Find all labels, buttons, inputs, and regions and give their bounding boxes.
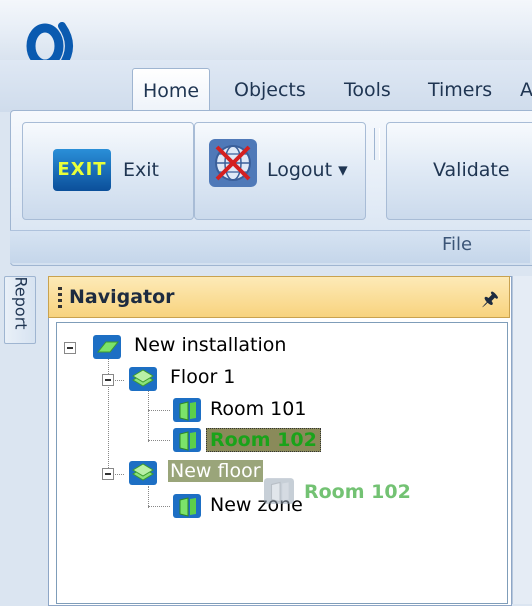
installation-icon [93,335,121,359]
tree-item-floor-1[interactable]: Floor 1 [170,366,235,388]
exit-label: Exit [123,159,159,181]
title-bar [0,0,532,70]
tree-line [148,410,170,411]
right-pane-edge [512,276,532,604]
report-side-tab[interactable]: Report [4,276,36,344]
validate-button[interactable]: Validate [386,122,532,220]
navigator-tree[interactable] [56,322,508,604]
tab-tools[interactable]: Tools [334,72,401,108]
tree-item-room-101[interactable]: Room 101 [210,398,306,420]
exit-button[interactable]: EXIT Exit [22,122,194,220]
report-tab-label: Report [11,276,31,330]
floor-icon [129,461,157,485]
expander-collapse-icon[interactable] [102,374,114,386]
tab-objects[interactable]: Objects [224,72,316,108]
floor-icon [129,367,157,391]
pin-icon[interactable]: 🖈 [481,285,499,317]
drag-ghost-room-icon [264,478,294,504]
tree-line [148,440,170,441]
expander-collapse-icon[interactable] [64,342,76,354]
exit-icon: EXIT [53,149,111,191]
ribbon-separator [374,128,380,160]
logout-globe-icon [209,139,257,187]
ribbon-group-caption: File [442,234,473,255]
tab-overflow[interactable]: A [510,72,532,108]
tree-line [148,506,170,507]
drag-ghost-label: Room 102 [304,481,411,503]
navigator-title: Navigator [69,286,175,308]
tree-line [148,486,149,508]
expander-collapse-icon[interactable] [102,468,114,480]
validate-label: Validate [433,159,510,181]
ribbon-group-file: File [10,230,530,263]
tree-item-room-102-selected[interactable]: Room 102 [206,428,321,452]
tab-timers[interactable]: Timers [418,72,502,108]
room-icon [173,428,201,452]
zone-icon [173,494,201,518]
room-icon [173,398,201,422]
logout-button[interactable]: Logout ▾ [194,122,366,220]
drag-grip-icon[interactable] [58,287,62,309]
navigator-header: Navigator 🖈 [48,276,510,318]
tree-item-new-floor[interactable]: New floor [168,460,263,482]
tree-line [148,390,149,442]
tree-line [108,354,109,478]
tab-home[interactable]: Home [132,68,211,111]
tree-item-new-installation[interactable]: New installation [134,334,286,356]
logout-label: Logout ▾ [267,159,348,181]
